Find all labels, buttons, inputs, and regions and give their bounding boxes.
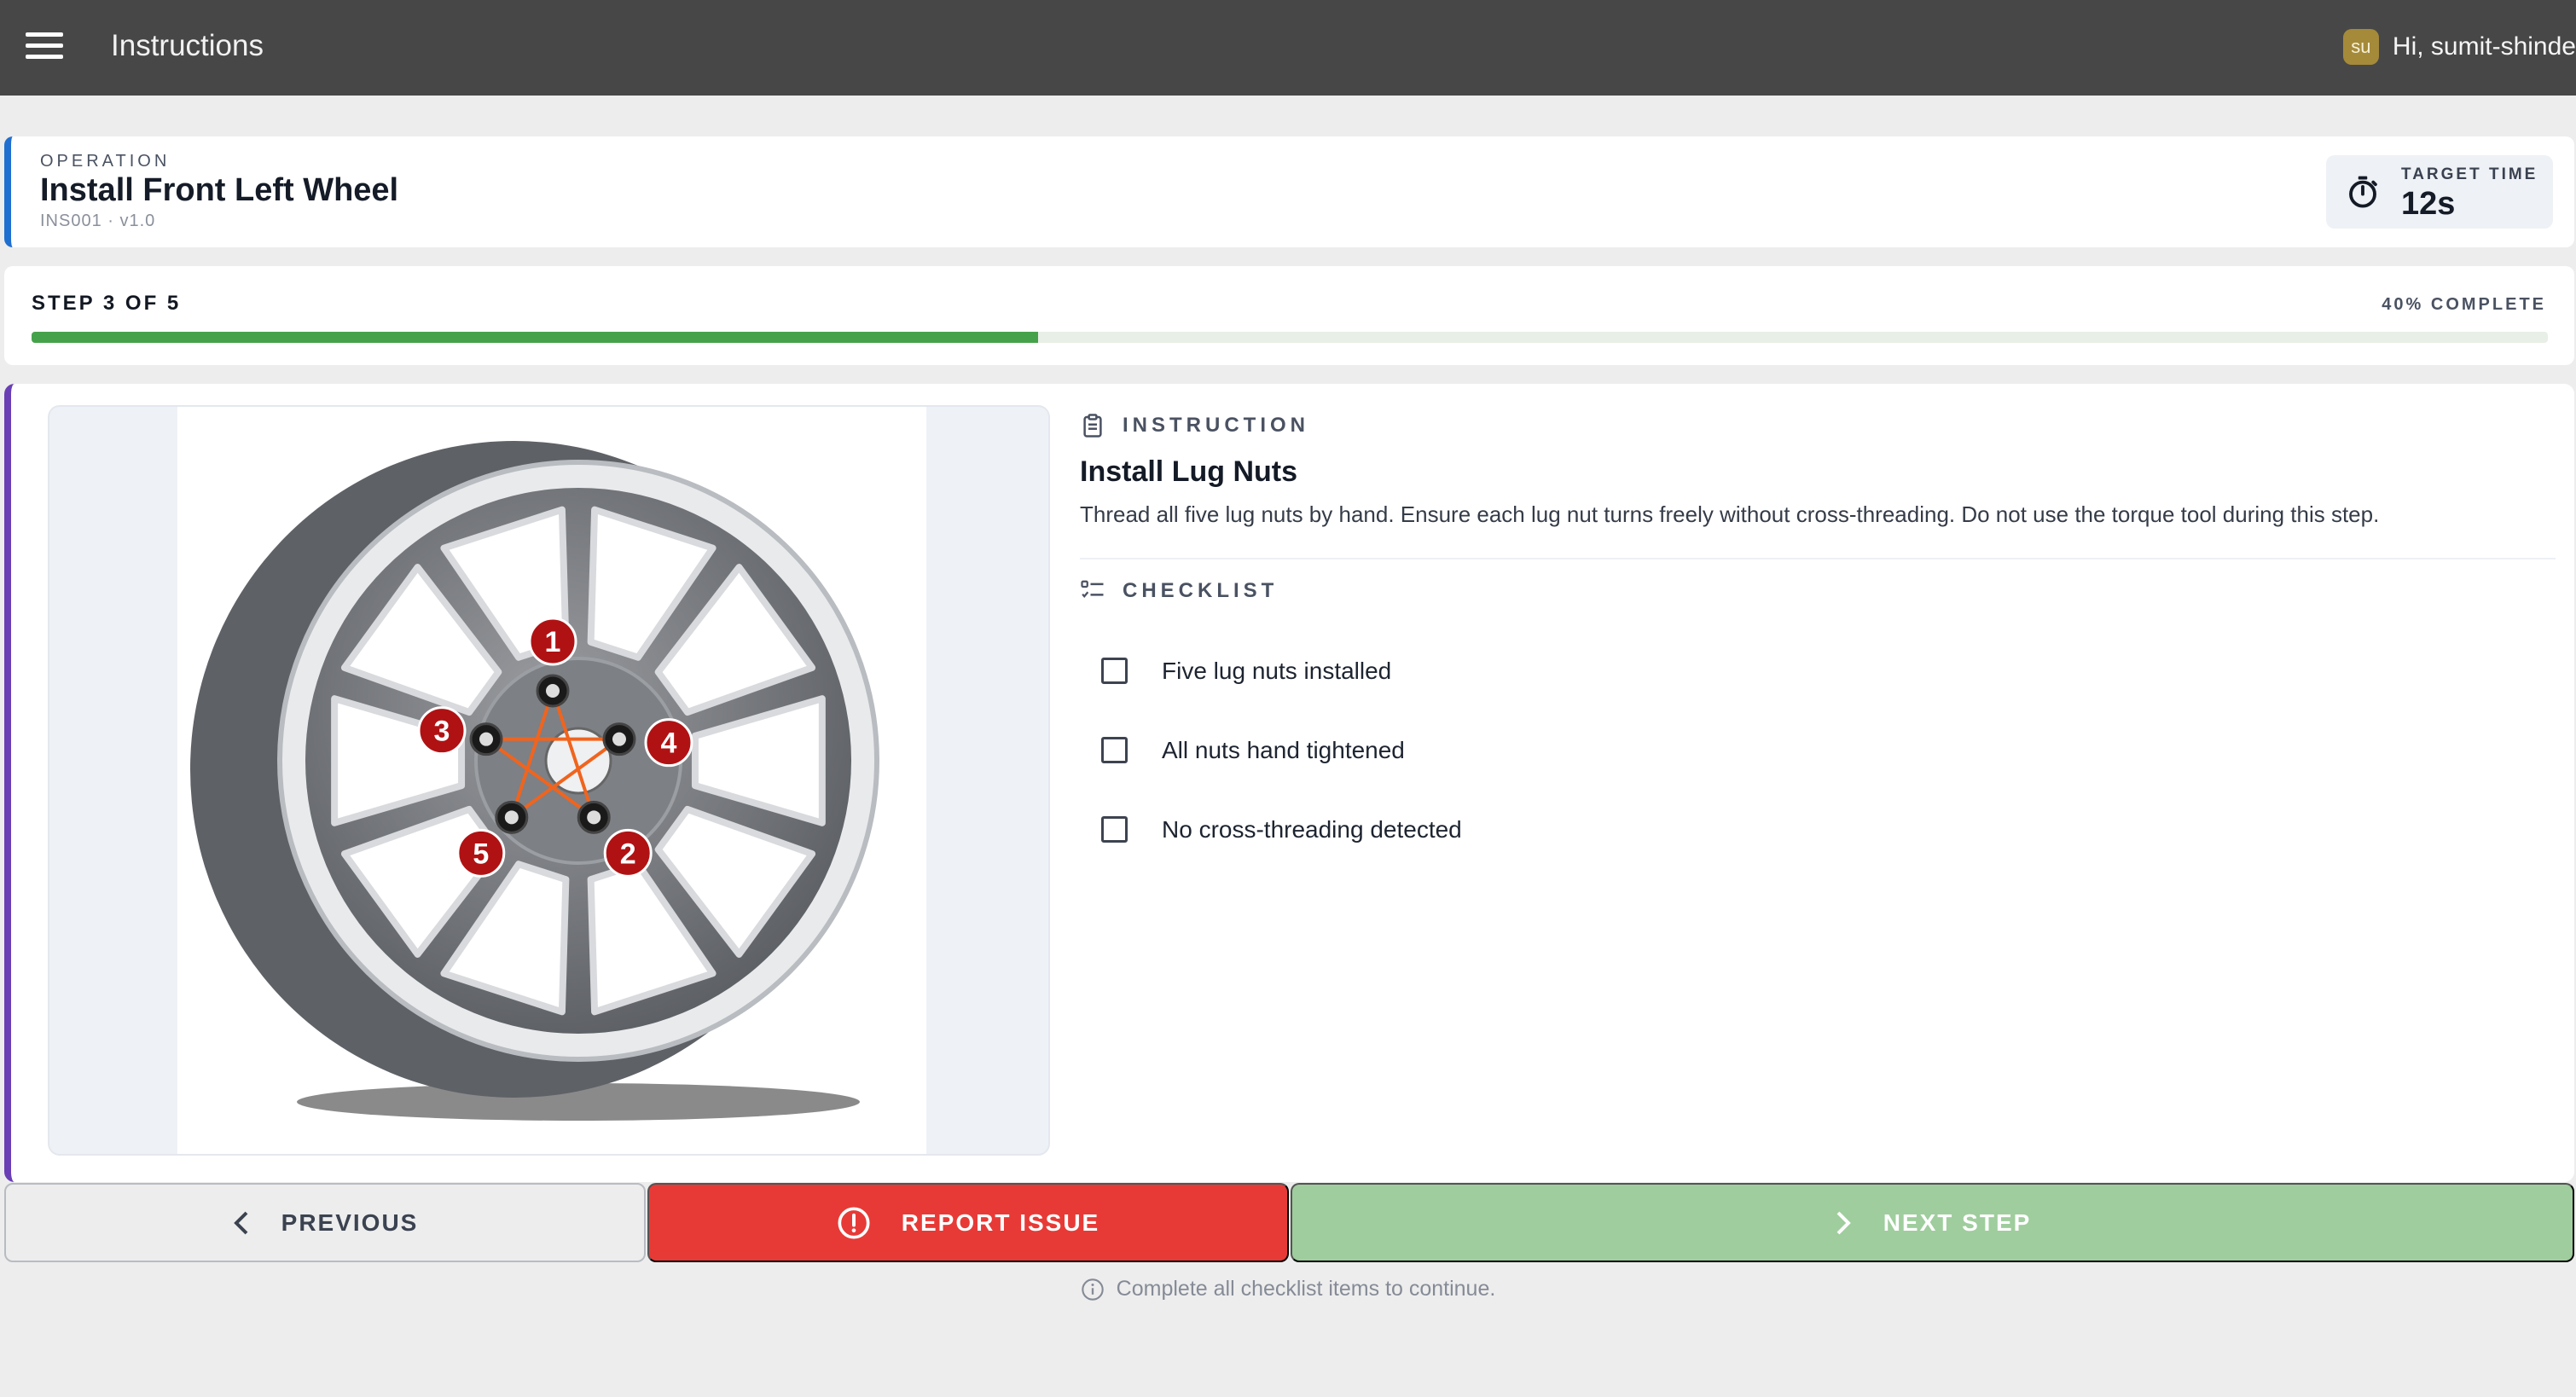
report-issue-button[interactable]: REPORT ISSUE [647, 1183, 1289, 1262]
lug-marker-number: 2 [620, 838, 636, 870]
checklist-header: CHECKLIST [1080, 578, 1278, 604]
operation-title: Install Front Left Wheel [40, 172, 399, 208]
target-time-label: TARGET TIME [2401, 165, 2538, 183]
operation-meta: INS001 · v1.0 [40, 212, 156, 230]
step-image-frame: 1 2 3 4 5 [48, 405, 1050, 1156]
progress-card: STEP 3 OF 5 40% COMPLETE [4, 266, 2574, 365]
checklist-item-label: No cross-threading detected [1162, 815, 1462, 843]
chevron-right-icon [1836, 1211, 1851, 1234]
lug-marker-number: 1 [545, 626, 561, 658]
lug-nut-hole [546, 684, 560, 698]
progress-bar [32, 332, 2548, 343]
lug-nut-hole [587, 810, 601, 825]
operation-card: OPERATION Install Front Left Wheel INS00… [4, 136, 2574, 247]
checklist-section-label: CHECKLIST [1123, 579, 1279, 602]
percent-complete: 40% COMPLETE [2382, 295, 2546, 314]
instruction-title: Install Lug Nuts [1080, 455, 1297, 488]
instruction-header: INSTRUCTION [1080, 413, 1309, 438]
checklist-icon [1081, 580, 1104, 599]
report-issue-button-label: REPORT ISSUE [901, 1209, 1100, 1236]
wheel-diagram-svg: 1 2 3 4 5 [190, 441, 879, 1121]
continue-hint: Complete all checklist items to continue… [0, 1277, 2576, 1301]
chevron-left-icon [233, 1211, 248, 1234]
target-time-value: 12s [2401, 186, 2456, 222]
checklist-checkbox[interactable] [1101, 816, 1128, 843]
checklist-item[interactable]: Five lug nuts installed [1101, 631, 1462, 710]
lug-nut-hole [612, 732, 626, 746]
checklist-item-label: Five lug nuts installed [1162, 657, 1392, 684]
app-bar: Instructions su Hi, sumit-shinde [0, 0, 2576, 96]
continue-hint-text: Complete all checklist items to continue… [1116, 1277, 1496, 1301]
app-title: Instructions [111, 29, 264, 62]
wheel-diagram: 1 2 3 4 5 [177, 407, 926, 1154]
operation-label: OPERATION [40, 152, 171, 171]
lug-marker-number: 3 [434, 716, 450, 748]
previous-button-label: PREVIOUS [281, 1209, 419, 1236]
progress-bar-fill [32, 332, 1038, 343]
user-greeting: Hi, sumit-shinde [2392, 32, 2576, 61]
info-icon [1081, 1278, 1104, 1301]
avatar: su [2342, 29, 2379, 65]
next-step-button-label: NEXT STEP [1883, 1209, 2032, 1236]
step-content-card: 1 2 3 4 5 INSTRUCTION Install Lug Nuts Threa… [4, 384, 2574, 1182]
menu-icon[interactable] [26, 32, 63, 63]
step-counter: STEP 3 OF 5 [32, 292, 182, 315]
checklist-item-label: All nuts hand tightened [1162, 736, 1405, 763]
checklist-checkbox[interactable] [1101, 658, 1128, 684]
checklist-checkbox[interactable] [1101, 737, 1128, 763]
previous-button[interactable]: PREVIOUS [4, 1183, 646, 1262]
user-menu[interactable]: su Hi, sumit-shinde [2342, 26, 2576, 68]
target-time-badge: TARGET TIME 12s [2326, 155, 2553, 229]
section-divider [1080, 558, 2556, 559]
checklist: Five lug nuts installed All nuts hand ti… [1101, 631, 1462, 869]
next-step-button[interactable]: NEXT STEP [1291, 1183, 2574, 1262]
checklist-item[interactable]: All nuts hand tightened [1101, 710, 1462, 790]
alert-circle-icon [838, 1207, 870, 1238]
stopwatch-icon [2349, 176, 2377, 208]
lug-marker-number: 5 [473, 838, 489, 870]
clipboard-icon [1083, 414, 1102, 438]
instruction-body: Thread all five lug nuts by hand. Ensure… [1080, 501, 2380, 527]
lug-marker-number: 4 [661, 727, 677, 760]
instruction-section-label: INSTRUCTION [1123, 414, 1309, 437]
lug-nut-hole [479, 732, 494, 746]
lug-nut-hole [504, 810, 519, 825]
checklist-item[interactable]: No cross-threading detected [1101, 790, 1462, 869]
